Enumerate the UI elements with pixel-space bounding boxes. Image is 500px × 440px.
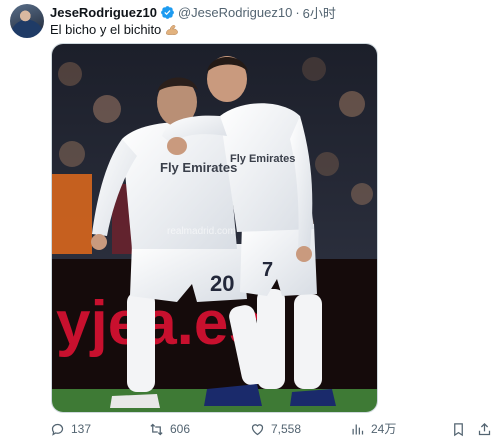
retweet-button[interactable]: 606 — [149, 420, 190, 438]
tweet-text-content: El bicho y el bichito — [50, 22, 162, 37]
orange-vest — [52, 174, 92, 254]
photo-watermark: realmadrid.com — [167, 226, 236, 237]
reply-icon — [51, 423, 64, 436]
like-count: 7,558 — [271, 422, 302, 436]
verified-badge-icon — [160, 5, 175, 20]
tweet-card[interactable]: JeseRodriguez10 @JeseRodriguez10 · 6小时 E… — [0, 0, 500, 440]
retweet-count: 606 — [170, 422, 191, 436]
jersey-number-right: 7 — [262, 259, 273, 281]
share-icon — [478, 422, 491, 435]
handle[interactable]: @JeseRodriguez10 — [178, 5, 292, 20]
heart-icon — [251, 423, 264, 435]
share-button[interactable] — [477, 420, 498, 438]
views-count: 24万 — [371, 422, 397, 436]
reply-button[interactable]: 137 — [50, 420, 91, 438]
bookmark-icon — [454, 422, 463, 436]
tweet-text: El bicho y el bichito — [50, 22, 179, 37]
timestamp[interactable]: 6小时 — [303, 3, 336, 22]
sponsor-text-left: Fly Emirates — [160, 160, 237, 175]
bookmark-button[interactable] — [451, 420, 472, 438]
retweet-icon — [150, 423, 163, 435]
like-button[interactable]: 7,558 — [250, 420, 301, 438]
avatar[interactable] — [10, 4, 44, 38]
sponsor-text-right: Fly Emirates — [230, 153, 295, 165]
views-chart-icon — [352, 424, 364, 434]
tweet-photo[interactable]: yjea.es Fly Emirates Fly Emirates 20 7 r… — [51, 43, 378, 413]
display-name[interactable]: JeseRodriguez10 — [50, 5, 157, 20]
jersey-number-left: 20 — [210, 271, 234, 296]
tweet-actions: 137 606 7,558 24万 — [50, 420, 491, 438]
views-button[interactable]: 24万 — [350, 420, 396, 438]
separator: · — [295, 4, 300, 20]
reply-count: 137 — [71, 422, 92, 436]
flexed-biceps-icon — [165, 24, 179, 36]
tweet-header: JeseRodriguez10 @JeseRodriguez10 · 6小时 — [50, 3, 336, 22]
photo-scene: yjea.es Fly Emirates Fly Emirates 20 7 r… — [52, 44, 377, 412]
